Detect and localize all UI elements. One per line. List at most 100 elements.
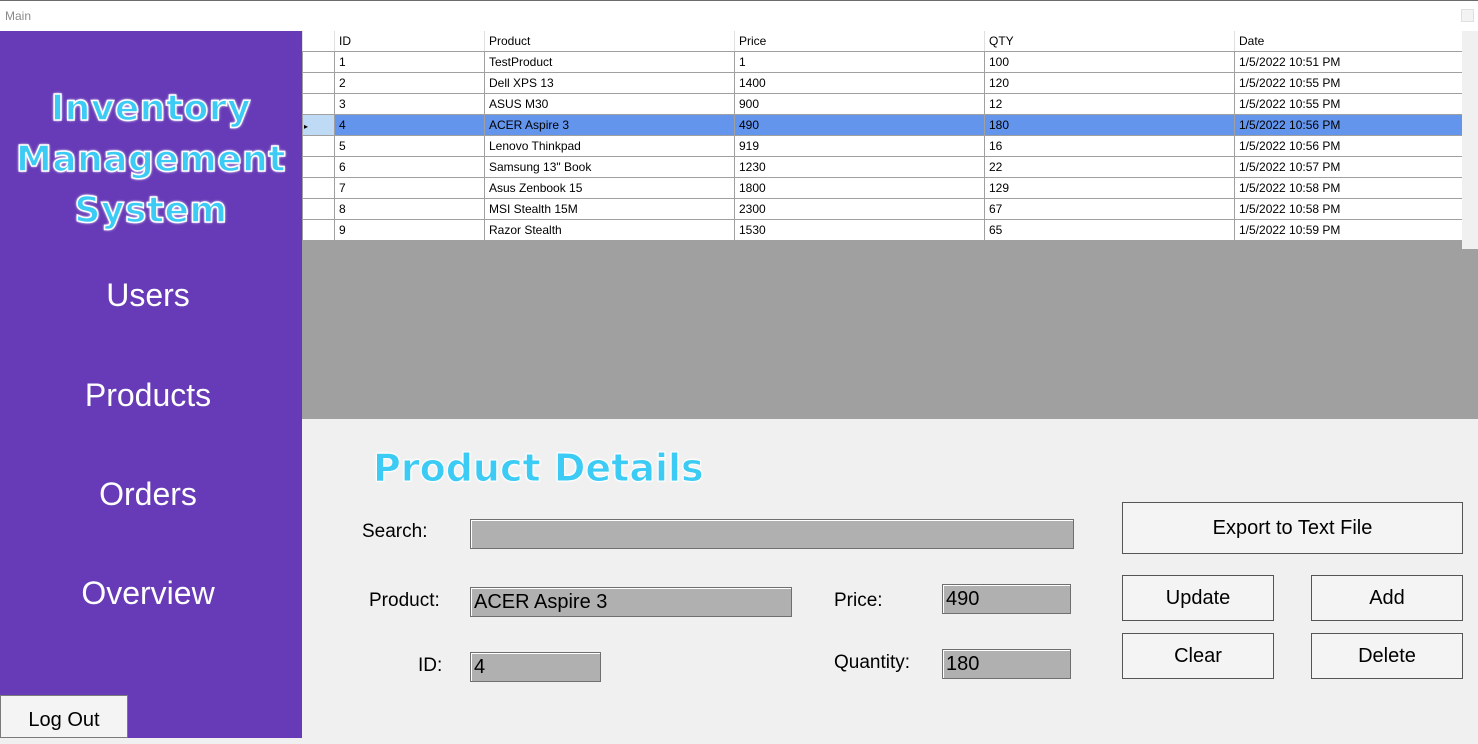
table-row[interactable]: 8 MSI Stealth 15M 2300 67 1/5/2022 10:58 PM bbox=[302, 197, 1463, 220]
logo-line-2: Management bbox=[15, 138, 286, 181]
table-cell-date[interactable]: 1/5/2022 10:56 PM bbox=[1234, 113, 1463, 136]
table-cell-id[interactable]: 4 bbox=[334, 113, 485, 136]
table-cell-price[interactable]: 1230 bbox=[734, 155, 985, 178]
table-row[interactable]: 1 TestProduct 1 100 1/5/2022 10:51 PM bbox=[302, 50, 1463, 73]
table-cell-product[interactable]: ACER Aspire 3 bbox=[484, 113, 735, 136]
table-cell-product[interactable]: Asus Zenbook 15 bbox=[484, 176, 735, 199]
table-cell-product[interactable]: ASUS M30 bbox=[484, 92, 735, 115]
table-cell-id[interactable]: 5 bbox=[334, 134, 485, 157]
row-header[interactable] bbox=[302, 134, 335, 157]
row-header-corner[interactable] bbox=[302, 31, 335, 52]
table-cell-qty[interactable]: 100 bbox=[984, 50, 1235, 73]
table-cell-date[interactable]: 1/5/2022 10:55 PM bbox=[1234, 71, 1463, 94]
price-field[interactable]: 490 bbox=[942, 584, 1071, 614]
table-cell-price[interactable]: 1 bbox=[734, 50, 985, 73]
table-cell-date[interactable]: 1/5/2022 10:51 PM bbox=[1234, 50, 1463, 73]
column-header-qty[interactable]: QTY bbox=[984, 31, 1235, 52]
window-title: Main bbox=[5, 9, 32, 23]
window-titlebar: Main bbox=[0, 0, 1478, 31]
table-cell-price[interactable]: 1530 bbox=[734, 218, 985, 241]
table-cell-date[interactable]: 1/5/2022 10:58 PM bbox=[1234, 197, 1463, 220]
table-cell-qty[interactable]: 16 bbox=[984, 134, 1235, 157]
table-cell-id[interactable]: 9 bbox=[334, 218, 485, 241]
table-cell-price[interactable]: 2300 bbox=[734, 197, 985, 220]
column-header-date[interactable]: Date bbox=[1234, 31, 1463, 52]
row-header[interactable] bbox=[302, 155, 335, 178]
nav-users[interactable]: Users bbox=[0, 275, 296, 315]
products-table: ID Product Price QTY Date 1 TestProduct 1 1… bbox=[302, 31, 1463, 241]
table-cell-id[interactable]: 2 bbox=[334, 71, 485, 94]
update-button[interactable]: Update bbox=[1122, 575, 1274, 621]
table-row[interactable]: 2 Dell XPS 13 1400 120 1/5/2022 10:55 PM bbox=[302, 71, 1463, 94]
row-header[interactable] bbox=[302, 197, 335, 220]
table-cell-qty[interactable]: 120 bbox=[984, 71, 1235, 94]
table-row[interactable]: ▸ 4 ACER Aspire 3 490 180 1/5/2022 10:56 PM bbox=[302, 113, 1463, 136]
logo-line-3: System bbox=[74, 189, 228, 232]
column-header-price[interactable]: Price bbox=[734, 31, 985, 52]
table-cell-date[interactable]: 1/5/2022 10:56 PM bbox=[1234, 134, 1463, 157]
search-input[interactable] bbox=[470, 519, 1074, 549]
table-cell-product[interactable]: Samsung 13" Book bbox=[484, 155, 735, 178]
table-cell-id[interactable]: 8 bbox=[334, 197, 485, 220]
product-field[interactable]: ACER Aspire 3 bbox=[470, 587, 792, 617]
table-cell-qty[interactable]: 129 bbox=[984, 176, 1235, 199]
table-row[interactable]: 5 Lenovo Thinkpad 919 16 1/5/2022 10:56 PM bbox=[302, 134, 1463, 157]
sidebar: Inventory Management System Users Produc… bbox=[0, 31, 302, 738]
row-header[interactable] bbox=[302, 176, 335, 199]
add-button[interactable]: Add bbox=[1311, 575, 1463, 621]
logo-line-1: Inventory bbox=[50, 87, 252, 130]
table-row[interactable]: 7 Asus Zenbook 15 1800 129 1/5/2022 10:58 PM bbox=[302, 176, 1463, 199]
table-cell-date[interactable]: 1/5/2022 10:55 PM bbox=[1234, 92, 1463, 115]
id-field[interactable]: 4 bbox=[470, 652, 601, 682]
table-cell-id[interactable]: 6 bbox=[334, 155, 485, 178]
delete-button[interactable]: Delete bbox=[1311, 633, 1463, 679]
quantity-field[interactable]: 180 bbox=[942, 649, 1071, 679]
table-cell-product[interactable]: Dell XPS 13 bbox=[484, 71, 735, 94]
table-cell-price[interactable]: 919 bbox=[734, 134, 985, 157]
current-row-arrow-icon: ▸ bbox=[304, 121, 309, 131]
table-cell-date[interactable]: 1/5/2022 10:58 PM bbox=[1234, 176, 1463, 199]
nav-overview[interactable]: Overview bbox=[0, 573, 296, 613]
price-label: Price: bbox=[834, 590, 883, 611]
clear-button[interactable]: Clear bbox=[1122, 633, 1274, 679]
table-row[interactable]: 9 Razor Stealth 1530 65 1/5/2022 10:59 PM bbox=[302, 218, 1463, 241]
export-button[interactable]: Export to Text File bbox=[1122, 502, 1463, 554]
table-cell-product[interactable]: TestProduct bbox=[484, 50, 735, 73]
row-header[interactable] bbox=[302, 218, 335, 241]
product-label: Product: bbox=[369, 590, 440, 611]
table-cell-id[interactable]: 1 bbox=[334, 50, 485, 73]
table-cell-product[interactable]: MSI Stealth 15M bbox=[484, 197, 735, 220]
logout-button[interactable]: Log Out bbox=[0, 695, 128, 738]
table-cell-id[interactable]: 7 bbox=[334, 176, 485, 199]
row-header[interactable] bbox=[302, 50, 335, 73]
quantity-label: Quantity: bbox=[834, 652, 911, 673]
table-cell-date[interactable]: 1/5/2022 10:59 PM bbox=[1234, 218, 1463, 241]
table-cell-qty[interactable]: 22 bbox=[984, 155, 1235, 178]
table-cell-price[interactable]: 900 bbox=[734, 92, 985, 115]
search-label: Search: bbox=[362, 521, 428, 542]
grid-scrollbar[interactable] bbox=[1462, 31, 1478, 249]
table-cell-product[interactable]: Lenovo Thinkpad bbox=[484, 134, 735, 157]
row-header[interactable] bbox=[302, 92, 335, 115]
column-header-product[interactable]: Product bbox=[484, 31, 735, 52]
row-header[interactable]: ▸ bbox=[302, 113, 335, 136]
table-header-row: ID Product Price QTY Date bbox=[302, 31, 1463, 52]
table-cell-id[interactable]: 3 bbox=[334, 92, 485, 115]
nav-products[interactable]: Products bbox=[0, 375, 296, 415]
table-cell-qty[interactable]: 12 bbox=[984, 92, 1235, 115]
table-cell-price[interactable]: 1400 bbox=[734, 71, 985, 94]
nav-orders[interactable]: Orders bbox=[0, 474, 296, 514]
table-cell-price[interactable]: 490 bbox=[734, 113, 985, 136]
table-cell-date[interactable]: 1/5/2022 10:57 PM bbox=[1234, 155, 1463, 178]
row-header[interactable] bbox=[302, 71, 335, 94]
close-icon[interactable] bbox=[1461, 9, 1474, 22]
table-cell-product[interactable]: Razor Stealth bbox=[484, 218, 735, 241]
table-cell-price[interactable]: 1800 bbox=[734, 176, 985, 199]
id-label: ID: bbox=[418, 655, 443, 676]
table-cell-qty[interactable]: 67 bbox=[984, 197, 1235, 220]
column-header-id[interactable]: ID bbox=[334, 31, 485, 52]
table-cell-qty[interactable]: 180 bbox=[984, 113, 1235, 136]
table-row[interactable]: 6 Samsung 13" Book 1230 22 1/5/2022 10:57 PM bbox=[302, 155, 1463, 178]
table-row[interactable]: 3 ASUS M30 900 12 1/5/2022 10:55 PM bbox=[302, 92, 1463, 115]
table-cell-qty[interactable]: 65 bbox=[984, 218, 1235, 241]
